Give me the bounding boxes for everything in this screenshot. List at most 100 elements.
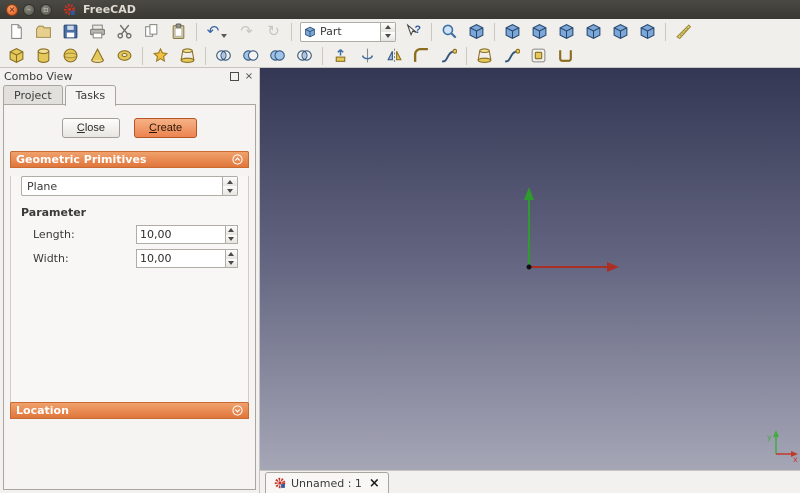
expand-chevron-icon[interactable] [232,405,243,416]
loft-button[interactable] [472,45,497,67]
refresh-button[interactable]: ↻ [261,21,286,43]
print-button[interactable] [85,21,110,43]
length-label: Length: [33,228,75,241]
toolbar-separator [142,46,143,65]
boolean-button[interactable] [211,45,236,67]
tab-project[interactable]: Project [3,85,63,105]
undo-button[interactable]: ↶ [202,21,232,43]
panel-float-button[interactable] [228,71,240,83]
combo-view-tabs: Project Tasks [3,85,118,106]
width-input[interactable] [137,250,225,267]
geometric-primitives-header[interactable]: Geometric Primitives [10,151,249,168]
mirror-icon [386,47,403,64]
bottom-view-button[interactable] [608,21,633,43]
open-folder-icon [35,23,52,40]
cylinder-icon [35,47,52,64]
left-view-button[interactable] [635,21,660,43]
workbench-selector-value: Part [320,25,342,38]
location-section-header[interactable]: Location [10,402,249,419]
thickness-icon [557,47,574,64]
measure-distance-icon [675,23,692,40]
width-spin-arrows[interactable] [224,250,237,267]
right-view-button[interactable] [554,21,579,43]
box-icon [8,47,25,64]
geometric-primitives-section: Geometric Primitives Plane Parameter Len… [10,151,249,416]
window-close-button[interactable]: × [6,3,18,16]
collapse-chevron-icon[interactable] [232,154,243,165]
refresh-icon: ↻ [267,22,280,40]
offset-button[interactable] [526,45,551,67]
rear-view-button[interactable] [581,21,606,43]
x-axis-arrow [607,262,619,272]
paste-icon [170,23,187,40]
length-spinbox[interactable] [136,225,238,244]
x-axis-label: x [793,455,798,464]
titlebar: × – ▫ FreeCAD [0,0,800,19]
boolean-common-button[interactable] [292,45,317,67]
combo-view-titlebar: Combo View × [0,68,259,85]
rear-view-icon [585,23,602,40]
length-input[interactable] [137,226,225,243]
sweep-button[interactable] [499,45,524,67]
toolbar-separator [431,22,432,41]
width-spinbox[interactable] [136,249,238,268]
part-toolbar [0,44,800,68]
cut-button[interactable] [112,21,137,43]
fit-all-icon [441,23,458,40]
workbench-selector[interactable]: Part [300,21,396,42]
sphere-icon [62,47,79,64]
extrude-button[interactable] [328,45,353,67]
primitive-type-value: Plane [27,179,58,193]
panel-close-button[interactable]: × [243,71,255,83]
window-maximize-button[interactable]: ▫ [40,3,52,16]
redo-button[interactable]: ↷ [234,21,259,43]
measure-distance-button[interactable] [671,21,696,43]
task-create-button[interactable]: Create [134,118,198,138]
part-cone-button[interactable] [85,45,110,67]
open-button[interactable] [31,21,56,43]
whats-this-button[interactable] [401,21,426,43]
front-view-button[interactable] [500,21,525,43]
revolve-icon [359,47,376,64]
document-tab[interactable]: Unnamed : 1 × [265,472,389,493]
new-file-button[interactable] [4,21,29,43]
boolean-common-icon [296,47,313,64]
top-view-icon [531,23,548,40]
boolean-union-button[interactable] [265,45,290,67]
part-cylinder-button[interactable] [31,45,56,67]
part-torus-button[interactable] [112,45,137,67]
fit-all-button[interactable] [437,21,462,43]
document-tab-close-icon[interactable]: × [369,477,380,490]
ruled-surface-button[interactable] [436,45,461,67]
shape-builder-button[interactable] [175,45,200,67]
boolean-cut-button[interactable] [238,45,263,67]
paste-button[interactable] [166,21,191,43]
axonometric-view-button[interactable] [464,21,489,43]
revolve-button[interactable] [355,45,380,67]
primitive-type-select[interactable]: Plane [21,176,238,196]
shape-builder-icon [179,47,196,64]
document-tab-bar: Unnamed : 1 × [260,470,800,493]
origin-point [526,264,532,270]
copy-icon [143,23,160,40]
tab-tasks[interactable]: Tasks [64,85,117,106]
fillet-button[interactable] [409,45,434,67]
part-box-button[interactable] [4,45,29,67]
window-minimize-button[interactable]: – [23,3,35,16]
task-dialog-buttons: Close Create [4,118,255,138]
workbench-selector-arrows[interactable] [380,22,395,41]
save-button[interactable] [58,21,83,43]
length-spin-arrows[interactable] [224,226,237,243]
thickness-button[interactable] [553,45,578,67]
3d-viewport[interactable]: y x [260,68,800,470]
primitive-select-arrows[interactable] [222,177,237,195]
mirror-button[interactable] [382,45,407,67]
create-primitives-button[interactable] [148,45,173,67]
copy-button[interactable] [139,21,164,43]
boolean-cut-icon [242,47,259,64]
part-sphere-button[interactable] [58,45,83,67]
task-close-label: Close [76,122,106,134]
task-close-button[interactable]: Close [61,118,121,138]
top-view-button[interactable] [527,21,552,43]
redo-icon: ↷ [240,22,253,40]
